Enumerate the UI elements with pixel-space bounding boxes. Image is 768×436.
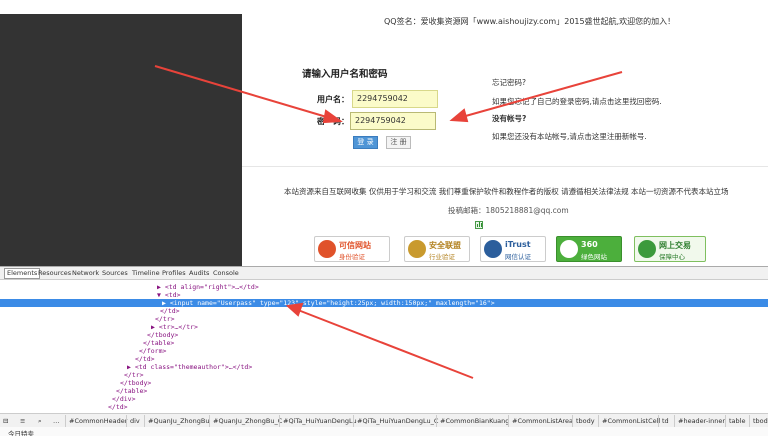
dock-icon[interactable]: ⊟ — [3, 416, 8, 426]
trusted-site-badge[interactable]: 可信网站 身份验证 — [314, 236, 390, 262]
dom-node[interactable]: </td> — [108, 403, 128, 411]
itrust-badge[interactable]: iTrust 网信认证 — [480, 236, 546, 262]
dom-node[interactable]: </table> — [143, 339, 174, 347]
tab-audits[interactable]: Audits — [187, 268, 211, 279]
no-account-title: 没有帐号? — [492, 114, 527, 123]
breadcrumb-item[interactable]: #QuanJu_ZhongBu — [148, 416, 209, 426]
disclaimer-text: 本站资源来自互联网收集 仅供用于学习和交流 我们尊重保护软件和教程作者的版权 请… — [284, 187, 729, 196]
dom-node[interactable]: </tbody> — [120, 379, 151, 387]
tab-resources[interactable]: Resources — [36, 268, 73, 279]
dom-node[interactable]: </td> — [160, 307, 180, 315]
dom-node[interactable]: </tr> — [124, 371, 144, 379]
dom-breadcrumb: ⊟ ≡ ⌕ … #CommonHeader div #QuanJu_ZhongB… — [0, 413, 768, 427]
forgot-password-link[interactable]: 如果您忘记了自己的登录密码,请点击这里找回密码. — [492, 96, 662, 107]
360-green-badge[interactable]: 360 绿色网站 — [556, 236, 622, 262]
breadcrumb-item[interactable]: tbody — [576, 416, 595, 426]
breadcrumb-item[interactable]: #header-inner — [678, 416, 725, 426]
breadcrumb-item[interactable]: tbody — [753, 416, 768, 426]
badge-icon — [408, 240, 426, 258]
tab-timeline[interactable]: Timeline — [130, 268, 162, 279]
badge-title: iTrust — [505, 240, 531, 249]
devtools-panel: Elements Resources Network Sources Timel… — [0, 266, 768, 436]
login-title: 请输入用户名和密码 — [302, 69, 388, 80]
dom-node[interactable]: </form> — [139, 347, 166, 355]
badge-title: 安全联盟 — [429, 241, 461, 250]
console-toggle-icon[interactable]: ≡ — [20, 416, 25, 426]
dom-node[interactable]: </td> — [135, 355, 155, 363]
badge-icon — [318, 240, 336, 258]
badge-title: 网上交易 — [659, 241, 691, 250]
breadcrumb-item[interactable]: td — [662, 416, 669, 426]
breadcrumb-item[interactable]: #CommonListCell — [602, 416, 660, 426]
dom-tree: ▶ <td align="right">…</td> ▼ <td> ▶ <inp… — [0, 281, 768, 413]
breadcrumb-item[interactable]: #CommonBianKuang — [440, 416, 509, 426]
badge-subtitle: 绿色网站 — [581, 253, 607, 261]
expand-icon: ▶ — [162, 299, 170, 307]
password-label: 密 码： — [317, 117, 349, 126]
divider — [242, 166, 768, 167]
badge-title: 可信网站 — [339, 241, 371, 250]
username-input[interactable]: 2294759042 — [352, 90, 438, 108]
badge-subtitle: 行业验证 — [429, 253, 455, 261]
status-text: 今日特卖 — [8, 430, 34, 436]
dom-node[interactable]: </tr> — [155, 315, 175, 323]
dom-node[interactable]: ▶ <td class="themeauthor">…</td> — [127, 363, 252, 371]
security-alliance-badge[interactable]: 安全联盟 行业验证 — [404, 236, 470, 262]
dom-node[interactable]: </table> — [116, 387, 147, 395]
breadcrumb-item[interactable]: table — [729, 416, 745, 426]
tab-network[interactable]: Network — [70, 268, 101, 279]
register-button[interactable]: 注 册 — [386, 136, 411, 149]
badge-title: 360 — [581, 240, 598, 249]
tab-sources[interactable]: Sources — [100, 268, 130, 279]
tab-elements[interactable]: Elements — [4, 268, 41, 279]
breadcrumb-item[interactable]: #QuanJu_ZhongBu_C — [213, 416, 282, 426]
dark-side-panel — [0, 14, 242, 266]
web-page: QQ签名：爱收集资源网「www.aishoujizy.com」2015盛世起航,… — [0, 0, 768, 266]
password-input[interactable]: 2294759042 — [350, 112, 436, 130]
devtools-tab-bar: Elements Resources Network Sources Timel… — [0, 267, 768, 280]
dom-node[interactable]: </tbody> — [147, 331, 178, 339]
submission-email: 投稿邮箱：1805218881@qq.com — [448, 206, 569, 215]
status-bar: 今日特卖 — [0, 427, 768, 436]
badge-subtitle: 身份验证 — [339, 253, 365, 261]
badge-icon — [484, 240, 502, 258]
badge-icon — [560, 240, 578, 258]
dom-node-selected[interactable]: ▶ <input name="Userpass" type="123" styl… — [0, 299, 768, 307]
stats-icon[interactable] — [475, 221, 483, 229]
login-button[interactable]: 登 录 — [353, 136, 378, 149]
dom-node[interactable]: ▼ <td> — [157, 291, 180, 299]
dom-node[interactable]: </div> — [112, 395, 135, 403]
breadcrumb-item[interactable]: #CommonHeader — [69, 416, 127, 426]
forgot-password-title: 忘记密码? — [492, 78, 526, 87]
breadcrumb-item[interactable]: #CommonListArea — [512, 416, 573, 426]
dom-node-text: <input name="Userpass" type="123" style=… — [169, 299, 495, 307]
breadcrumb-item[interactable]: … — [53, 416, 60, 426]
breadcrumb-item[interactable]: #QiTa_HuiYuanDengLu — [283, 416, 357, 426]
username-label: 用户名： — [317, 95, 349, 104]
search-icon[interactable]: ⌕ — [38, 416, 42, 426]
badge-subtitle: 保障中心 — [659, 253, 685, 261]
badge-subtitle: 网信认证 — [505, 253, 531, 261]
qq-signature-text: QQ签名：爱收集资源网「www.aishoujizy.com」2015盛世起航,… — [384, 17, 676, 26]
badge-icon — [638, 240, 656, 258]
breadcrumb-item[interactable]: div — [130, 416, 140, 426]
breadcrumb-item[interactable]: #QiTa_HuiYuanDengLu_C — [357, 416, 438, 426]
dom-node[interactable]: ▶ <tr>…</tr> — [151, 323, 198, 331]
tab-profiles[interactable]: Profiles — [160, 268, 188, 279]
trade-protection-badge[interactable]: 网上交易 保障中心 — [634, 236, 706, 262]
dom-node[interactable]: ▶ <td align="right">…</td> — [157, 283, 259, 291]
tab-console[interactable]: Console — [211, 268, 241, 279]
register-link[interactable]: 如果您还没有本站帐号,请点击这里注册新帐号. — [492, 131, 647, 142]
